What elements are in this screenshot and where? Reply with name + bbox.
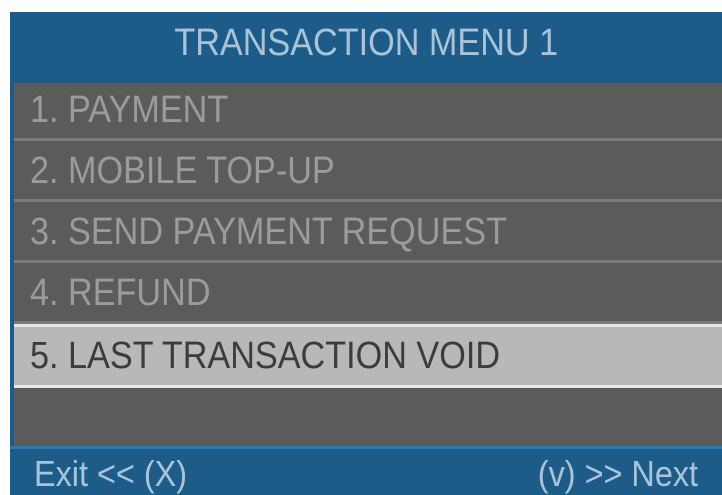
menu-item-label: 5. LAST TRANSACTION VOID	[30, 334, 501, 377]
empty-menu-row	[14, 391, 722, 446]
menu-item-payment[interactable]: 1. PAYMENT	[14, 83, 722, 141]
terminal-screen: TRANSACTION MENU 1 1. PAYMENT 2. MOBILE …	[10, 12, 722, 495]
softkey-bar: Exit << (X) (v) >> Next	[10, 446, 722, 495]
next-softkey-label: (v) >> Next	[537, 453, 698, 494]
next-softkey[interactable]: (v) >> Next	[520, 453, 698, 495]
menu-title: TRANSACTION MENU 1	[10, 12, 722, 74]
menu-item-mobile-top-up[interactable]: 2. MOBILE TOP-UP	[14, 144, 722, 202]
exit-softkey[interactable]: Exit << (X)	[34, 453, 204, 495]
menu-item-label: 3. SEND PAYMENT REQUEST	[30, 211, 507, 253]
menu-item-refund[interactable]: 4. REFUND	[14, 266, 722, 324]
menu-title-text: TRANSACTION MENU 1	[174, 21, 558, 64]
exit-softkey-label: Exit << (X)	[34, 453, 188, 494]
menu-item-last-transaction-void[interactable]: 5. LAST TRANSACTION VOID	[14, 324, 722, 388]
menu-item-label: 4. REFUND	[30, 272, 211, 314]
menu-item-label: 1. PAYMENT	[30, 89, 229, 131]
menu-item-send-payment-request[interactable]: 3. SEND PAYMENT REQUEST	[14, 205, 722, 263]
menu-item-label: 2. MOBILE TOP-UP	[30, 150, 335, 192]
transaction-menu: 1. PAYMENT 2. MOBILE TOP-UP 3. SEND PAYM…	[14, 83, 722, 446]
